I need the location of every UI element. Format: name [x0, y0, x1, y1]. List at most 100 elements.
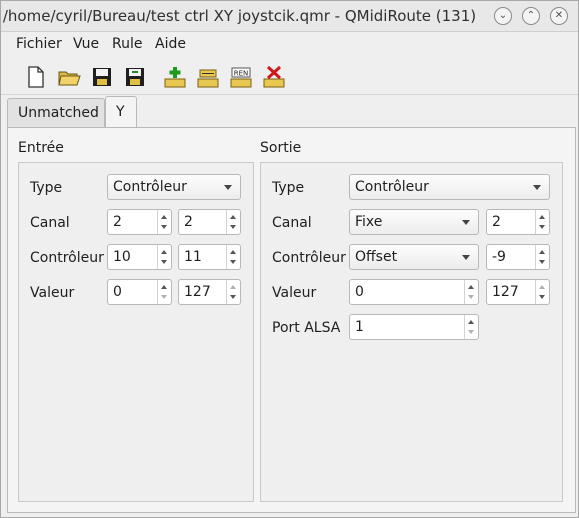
entree-canal-label: Canal [30, 215, 70, 231]
spin-buttons[interactable] [157, 210, 171, 234]
up-arrow-icon [230, 250, 236, 254]
up-arrow-icon [230, 285, 236, 289]
sortie-type-value: Contrôleur [355, 179, 429, 195]
sortie-controleur-label: Contrôleur [272, 250, 346, 266]
up-arrow-icon [468, 320, 474, 324]
up-arrow-icon [230, 215, 236, 219]
tab-unmatched[interactable]: Unmatched [7, 98, 105, 127]
down-arrow-icon [539, 225, 545, 229]
down-arrow-icon [161, 260, 167, 264]
entree-controleur-max-spin[interactable]: 11 [178, 244, 241, 270]
tab-y[interactable]: Y [105, 96, 137, 128]
spin-buttons[interactable] [157, 245, 171, 269]
sortie-valeur-max-value: 127 [492, 284, 519, 300]
sortie-port-spin[interactable]: 1 [349, 314, 479, 340]
sortie-type-label: Type [272, 180, 305, 196]
menu-rule[interactable]: Rule [112, 36, 142, 52]
delete-rule-icon[interactable] [262, 65, 286, 89]
down-arrow-icon [539, 260, 545, 264]
sortie-canal-spin[interactable]: 2 [486, 209, 550, 235]
menu-vue[interactable]: Vue [73, 36, 99, 52]
spin-buttons[interactable] [464, 315, 478, 339]
spin-buttons[interactable] [226, 245, 240, 269]
save-icon[interactable] [90, 65, 114, 89]
entree-type-value: Contrôleur [113, 179, 187, 195]
sortie-canal-mode-combo[interactable]: Fixe [349, 209, 479, 235]
up-arrow-icon [539, 215, 545, 219]
entree-canal-max-value: 2 [184, 214, 193, 230]
rename-rule-icon[interactable]: REN [229, 65, 253, 89]
down-arrow-icon [539, 295, 545, 299]
entree-valeur-min-spin[interactable]: 0 [107, 279, 172, 305]
chevron-down-icon [462, 255, 470, 260]
sortie-port-value: 1 [355, 319, 364, 335]
spin-buttons[interactable] [535, 210, 549, 234]
rename-badge-text: REN [234, 70, 249, 78]
spin-buttons[interactable] [226, 280, 240, 304]
sortie-group: Type Contrôleur Canal Fixe 2 Contrôleur … [260, 162, 563, 502]
close-button[interactable]: ✕ [550, 7, 568, 25]
maximize-button[interactable]: ⌃ [522, 7, 540, 25]
entree-group: Type Contrôleur Canal 2 2 Contrôleur 10 … [18, 162, 254, 502]
chevron-down-icon [533, 185, 541, 190]
entree-valeur-max-spin[interactable]: 127 [178, 279, 241, 305]
entree-controleur-min-spin[interactable]: 10 [107, 244, 172, 270]
sortie-canal-mode-value: Fixe [355, 214, 383, 230]
spin-buttons[interactable] [535, 280, 549, 304]
up-arrow-icon [468, 285, 474, 289]
spin-buttons[interactable] [157, 280, 171, 304]
minimize-button[interactable]: ⌄ [494, 7, 512, 25]
sortie-title: Sortie [260, 140, 302, 156]
menu-fichier[interactable]: Fichier [16, 36, 62, 52]
entree-controleur-max-value: 11 [184, 249, 202, 265]
app-window: /home/cyril/Bureau/test ctrl XY joystcik… [0, 0, 579, 518]
sortie-type-combo[interactable]: Contrôleur [349, 174, 550, 200]
entree-type-combo[interactable]: Contrôleur [107, 174, 241, 200]
entree-canal-min-value: 2 [113, 214, 122, 230]
sortie-valeur-label: Valeur [272, 285, 317, 301]
sortie-controleur-mode-combo[interactable]: Offset [349, 244, 479, 270]
window-title: /home/cyril/Bureau/test ctrl XY joystcik… [2, 7, 477, 25]
spin-buttons[interactable] [464, 280, 478, 304]
up-arrow-icon [539, 250, 545, 254]
menu-aide[interactable]: Aide [155, 36, 186, 52]
up-arrow-icon [539, 285, 545, 289]
down-arrow-icon [230, 260, 236, 264]
spin-buttons[interactable] [226, 210, 240, 234]
sortie-port-label: Port ALSA [272, 320, 341, 336]
sortie-valeur-min-spin[interactable]: 0 [349, 279, 479, 305]
entree-canal-max-spin[interactable]: 2 [178, 209, 241, 235]
sortie-valeur-min-value: 0 [355, 284, 364, 300]
down-arrow-icon [161, 225, 167, 229]
down-arrow-icon [230, 225, 236, 229]
sortie-valeur-max-spin[interactable]: 127 [486, 279, 550, 305]
sortie-controleur-mode-value: Offset [355, 249, 398, 265]
toolbar: REN [1, 60, 578, 95]
entree-controleur-label: Contrôleur [30, 250, 104, 266]
down-arrow-icon [161, 295, 167, 299]
open-folder-icon[interactable] [57, 65, 81, 89]
sortie-canal-value: 2 [492, 214, 501, 230]
tab-y-label: Y [116, 104, 125, 120]
entree-type-label: Type [30, 180, 63, 196]
down-arrow-icon [468, 295, 474, 299]
spin-buttons[interactable] [535, 245, 549, 269]
save-as-icon[interactable] [123, 65, 147, 89]
down-arrow-icon [468, 330, 474, 334]
entree-controleur-min-value: 10 [113, 249, 131, 265]
down-arrow-icon [230, 295, 236, 299]
add-rule-icon[interactable] [163, 65, 187, 89]
edit-rule-icon[interactable] [196, 65, 220, 89]
up-arrow-icon [161, 285, 167, 289]
title-bar: /home/cyril/Bureau/test ctrl XY joystcik… [1, 1, 578, 32]
chevron-down-icon [462, 220, 470, 225]
entree-title: Entrée [18, 140, 64, 156]
sortie-canal-label: Canal [272, 215, 312, 231]
menu-bar: Fichier Vue Rule Aide [1, 32, 578, 58]
sortie-controleur-spin[interactable]: -9 [486, 244, 550, 270]
entree-valeur-min-value: 0 [113, 284, 122, 300]
entree-canal-min-spin[interactable]: 2 [107, 209, 172, 235]
entree-valeur-max-value: 127 [184, 284, 211, 300]
new-file-icon[interactable] [24, 65, 48, 89]
rule-panel: Entrée Type Contrôleur Canal 2 2 Contrôl… [7, 127, 576, 513]
